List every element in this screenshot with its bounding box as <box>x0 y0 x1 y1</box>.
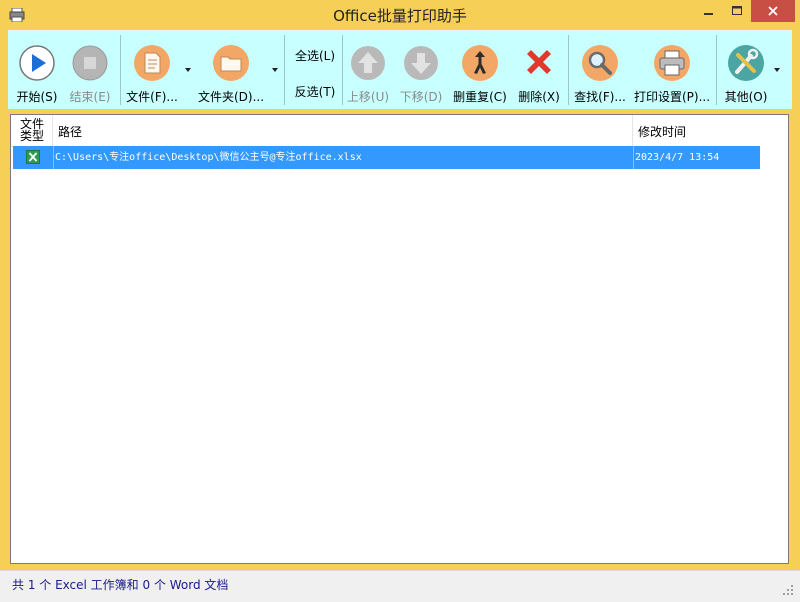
add-file-dropdown-icon[interactable] <box>185 68 191 72</box>
toolbar-separator <box>716 35 717 105</box>
toolbar-separator <box>120 35 121 105</box>
find-button[interactable]: 查找(F)... <box>570 31 630 109</box>
other-button[interactable]: 其他(O) <box>720 31 772 109</box>
invert-select-button[interactable]: 反选(T) <box>290 83 340 100</box>
magnifier-icon <box>582 45 618 81</box>
column-header-type-label: 文件类型 <box>19 117 44 143</box>
end-button[interactable]: 结束(E) <box>64 31 116 109</box>
row-modified-cell: 2023/4/7 13:54 <box>635 152 720 163</box>
toolbar-separator <box>342 35 343 105</box>
toolbar-separator <box>568 35 569 105</box>
status-text: 共 1 个 Excel 工作簿和 0 个 Word 文档 <box>12 578 229 592</box>
add-folder-button[interactable]: 文件夹(D)... <box>194 31 268 109</box>
file-list[interactable]: 文件类型 路径 修改时间 C:\Users\专注office\Desktop\微… <box>10 114 789 564</box>
column-header-path[interactable]: 路径 <box>53 115 633 146</box>
row-path-cell: C:\Users\专注office\Desktop\微信公主号@专注office… <box>55 152 362 163</box>
toolbar: 开始(S) 结束(E) 文件(F)... 文件夹(D)... 全选(L) 反选(… <box>8 30 792 109</box>
maximize-icon <box>732 6 742 15</box>
delete-x-icon <box>527 50 551 74</box>
resize-grip-icon[interactable] <box>782 584 794 596</box>
minimize-icon <box>704 13 713 15</box>
tools-icon <box>728 45 764 81</box>
add-file-button-label: 文件(F)... <box>126 90 178 104</box>
move-up-button-label: 上移(U) <box>346 90 390 104</box>
move-down-button-label: 下移(D) <box>399 90 443 104</box>
start-button-label: 开始(S) <box>16 90 58 104</box>
app-window: Office批量打印助手 开始(S) 结束(E) 文件(F)... 文件夹(D)… <box>0 0 800 602</box>
printer-icon <box>654 45 690 81</box>
maximize-button[interactable] <box>722 0 752 22</box>
list-header: 文件类型 路径 修改时间 <box>11 115 760 147</box>
stop-icon <box>72 45 108 81</box>
column-header-path-label: 路径 <box>58 125 83 139</box>
arrow-down-icon <box>404 46 438 80</box>
other-button-label: 其他(O) <box>724 90 768 104</box>
column-header-modified[interactable]: 修改时间 <box>633 115 760 146</box>
window-title: Office批量打印助手 <box>333 7 467 25</box>
cell-divider <box>53 146 54 169</box>
table-row[interactable]: C:\Users\专注office\Desktop\微信公主号@专注office… <box>13 146 760 169</box>
file-icon <box>134 45 170 81</box>
move-down-button[interactable]: 下移(D) <box>397 31 445 109</box>
minimize-button[interactable] <box>694 0 724 22</box>
print-settings-button[interactable]: 打印设置(P)... <box>632 31 712 109</box>
add-file-button[interactable]: 文件(F)... <box>124 31 180 109</box>
remove-duplicates-button-label: 删重复(C) <box>453 90 507 104</box>
cell-divider <box>633 146 634 169</box>
start-button[interactable]: 开始(S) <box>14 31 60 109</box>
status-bar: 共 1 个 Excel 工作簿和 0 个 Word 文档 <box>0 570 800 602</box>
column-header-type[interactable]: 文件类型 <box>11 115 53 146</box>
add-folder-dropdown-icon[interactable] <box>272 68 278 72</box>
remove-duplicates-button[interactable]: 删重复(C) <box>450 31 510 109</box>
folder-icon <box>213 45 249 81</box>
excel-icon <box>26 150 40 164</box>
select-all-button[interactable]: 全选(L) <box>290 47 340 64</box>
find-button-label: 查找(F)... <box>574 90 626 104</box>
delete-button[interactable]: 删除(X) <box>514 31 564 109</box>
close-button[interactable] <box>751 0 795 22</box>
title-bar[interactable]: Office批量打印助手 <box>0 0 800 30</box>
move-up-button[interactable]: 上移(U) <box>344 31 392 109</box>
row-type-cell <box>13 146 53 169</box>
arrow-up-icon <box>351 46 385 80</box>
merge-icon <box>462 45 498 81</box>
column-header-modified-label: 修改时间 <box>638 125 687 139</box>
delete-button-label: 删除(X) <box>518 90 560 104</box>
close-icon <box>768 6 778 16</box>
play-icon <box>19 45 55 81</box>
print-settings-button-label: 打印设置(P)... <box>633 90 711 104</box>
end-button-label: 结束(E) <box>69 90 111 104</box>
other-dropdown-icon[interactable] <box>774 68 780 72</box>
toolbar-separator <box>284 35 285 105</box>
add-folder-button-label: 文件夹(D)... <box>197 90 265 104</box>
